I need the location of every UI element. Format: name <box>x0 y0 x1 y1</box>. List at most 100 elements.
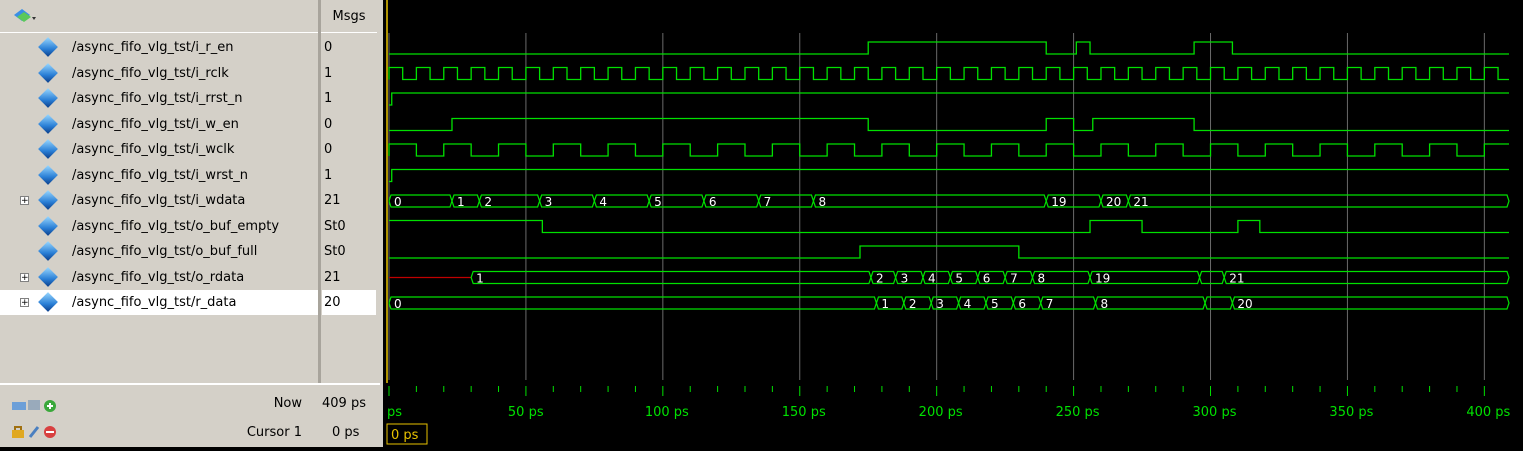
signal-name: /async_fifo_vlg_tst/i_w_en <box>72 116 239 132</box>
wave-i-wdata-segment <box>1127 194 1510 208</box>
signal-diamond-icon <box>38 292 58 312</box>
wave-r-data-label: 20 <box>1237 297 1252 311</box>
signal-row[interactable]: + /async_fifo_vlg_tst/i_wdata <box>0 188 318 213</box>
signal-row[interactable]: /async_fifo_vlg_tst/i_wclk <box>0 137 318 162</box>
wave-i-wdata-label: 2 <box>484 195 492 209</box>
name-value-splitter[interactable] <box>318 0 321 447</box>
wave-i-rrst-n <box>389 92 1509 106</box>
wave-o-rdata-label: 7 <box>1010 272 1018 286</box>
signal-row[interactable]: + /async_fifo_vlg_tst/r_data <box>0 290 318 315</box>
expand-toggle-icon[interactable]: + <box>20 272 29 282</box>
wave-o-rdata-label: 5 <box>955 272 963 286</box>
cursor-value: 0 ps <box>332 425 360 440</box>
now-value: 409 ps <box>322 396 366 411</box>
signal-diamond-icon <box>38 113 58 134</box>
wave-o-rdata-label: 1 <box>476 272 484 286</box>
signal-name: /async_fifo_vlg_tst/i_rclk <box>72 65 229 81</box>
waveform-pane[interactable]: 0 1 2 3 4 5 6 7 8 19 20 21 1 2 3 4 5 6 7 8 19 21 0 1 2 3 4 5 6 7 8 20 ps… <box>383 0 1523 447</box>
waveform-canvas[interactable]: 0 1 2 3 4 5 6 7 8 19 20 211 2 3 4 5 6 7 8 19 210 1 2 3 4 5 6 7 8 20ps… <box>383 0 1523 447</box>
wave-r-data-segment <box>388 296 878 310</box>
signal-name: /async_fifo_vlg_tst/i_wclk <box>72 142 235 157</box>
signal-row[interactable]: /async_fifo_vlg_tst/o_buf_empty <box>0 214 318 239</box>
signal-value: St0 <box>324 218 346 234</box>
add-wave-icon[interactable] <box>12 399 62 413</box>
signal-row[interactable]: /async_fifo_vlg_tst/i_r_en <box>0 35 318 60</box>
signal-name: /async_fifo_vlg_tst/o_buf_full <box>72 244 258 259</box>
signal-name: /async_fifo_vlg_tst/r_data <box>72 295 237 310</box>
signal-diamond-icon <box>38 266 58 287</box>
wave-i-wdata-label: 0 <box>394 195 402 209</box>
signal-diamond-icon <box>38 241 58 261</box>
signal-row[interactable]: /async_fifo_vlg_tst/i_w_en <box>0 112 318 137</box>
wave-o-rdata-label: 3 <box>901 272 909 286</box>
wave-r-data-segment <box>1094 296 1206 310</box>
wave-i-rclk <box>388 66 1509 81</box>
layers-icon[interactable] <box>12 7 36 25</box>
wave-i-wdata-label: 19 <box>1051 195 1066 209</box>
wave-o-rdata-label: 8 <box>1038 272 1046 286</box>
signal-name: /async_fifo_vlg_tst/o_rdata <box>72 269 245 285</box>
signal-diamond-icon <box>38 139 58 159</box>
signal-row[interactable]: + /async_fifo_vlg_tst/o_rdata <box>0 265 318 290</box>
now-label: Now <box>273 396 302 411</box>
wave-o-rdata-label: 4 <box>928 272 936 286</box>
cursor-tools-icon[interactable] <box>12 425 62 439</box>
wave-i-w-en <box>389 117 1509 132</box>
signal-name: /async_fifo_vlg_tst/o_buf_empty <box>72 218 280 234</box>
signal-name: /async_fifo_vlg_tst/i_r_en <box>72 40 234 55</box>
signal-value: 21 <box>324 269 341 285</box>
timeline-label: 200 ps <box>919 405 963 420</box>
cursor-marker-label: 0 ps <box>391 428 419 443</box>
wave-o-rdata-segment <box>470 270 872 285</box>
signal-row[interactable]: /async_fifo_vlg_tst/i_wrst_n <box>0 163 318 188</box>
cursor-label: Cursor 1 <box>246 425 302 440</box>
wave-o-rdata-label: 6 <box>983 272 991 286</box>
signal-value: St0 <box>324 244 346 259</box>
signal-row[interactable]: /async_fifo_vlg_tst/i_rrst_n <box>0 86 318 111</box>
wave-o-rdata-segment <box>1223 270 1510 285</box>
signal-name: /async_fifo_vlg_tst/i_wdata <box>72 193 246 208</box>
wave-o-buf-empty <box>389 219 1509 234</box>
wave-r-data-label: 4 <box>964 297 972 311</box>
timeline-label: ps <box>387 405 402 420</box>
expand-toggle-icon[interactable]: + <box>20 298 29 308</box>
wave-i-wrst-n <box>389 168 1509 183</box>
wave-i-wdata-label: 3 <box>545 195 553 209</box>
signal-value: 1 <box>324 91 333 106</box>
wave-r-data-segment <box>1231 296 1510 310</box>
wave-r-data-label: 2 <box>909 297 917 311</box>
wave-r-data-label: 0 <box>394 297 402 311</box>
wave-o-rdata-label: 19 <box>1095 272 1110 286</box>
wave-o-buf-full <box>389 245 1509 259</box>
expand-toggle-icon[interactable]: + <box>20 196 29 206</box>
wave-r-data-label: 6 <box>1018 297 1026 311</box>
timeline-label: 300 ps <box>1193 405 1237 420</box>
footer-name-pane: Now Cursor 1 <box>0 383 320 447</box>
wave-i-wdata-label: 4 <box>599 195 607 209</box>
wave-i-wdata-label: 5 <box>654 195 662 209</box>
signal-diamond-icon <box>38 215 58 236</box>
wave-o-rdata-segment <box>1198 270 1225 285</box>
timeline-label: 350 ps <box>1329 405 1373 420</box>
wave-r-data-segment <box>1204 296 1234 310</box>
footer-value-pane: 409 ps 0 ps <box>320 383 380 447</box>
signal-row[interactable]: /async_fifo_vlg_tst/o_buf_full <box>0 239 318 264</box>
signal-diamond-icon <box>38 37 58 57</box>
wave-i-wdata-label: 21 <box>1133 195 1148 209</box>
signal-name: /async_fifo_vlg_tst/i_rrst_n <box>72 91 243 106</box>
wave-i-wdata-label: 1 <box>457 195 465 209</box>
signal-value: 21 <box>324 193 341 208</box>
timeline-label: 400 ps <box>1466 405 1510 420</box>
wave-r-data-label: 8 <box>1101 297 1109 311</box>
signal-value: 1 <box>324 167 333 183</box>
wave-i-wdata-label: 8 <box>818 195 826 209</box>
wave-i-wdata-label: 6 <box>709 195 717 209</box>
signal-diamond-icon <box>38 88 58 108</box>
timeline-label: 100 ps <box>645 405 689 420</box>
timeline-label: 50 ps <box>508 405 544 420</box>
signal-row[interactable]: /async_fifo_vlg_tst/i_rclk <box>0 61 318 86</box>
name-pane-header <box>0 0 320 33</box>
wave-i-wdata-segment <box>812 194 1047 208</box>
wave-o-rdata-label: 21 <box>1229 272 1244 286</box>
signal-value: 0 <box>324 116 333 132</box>
